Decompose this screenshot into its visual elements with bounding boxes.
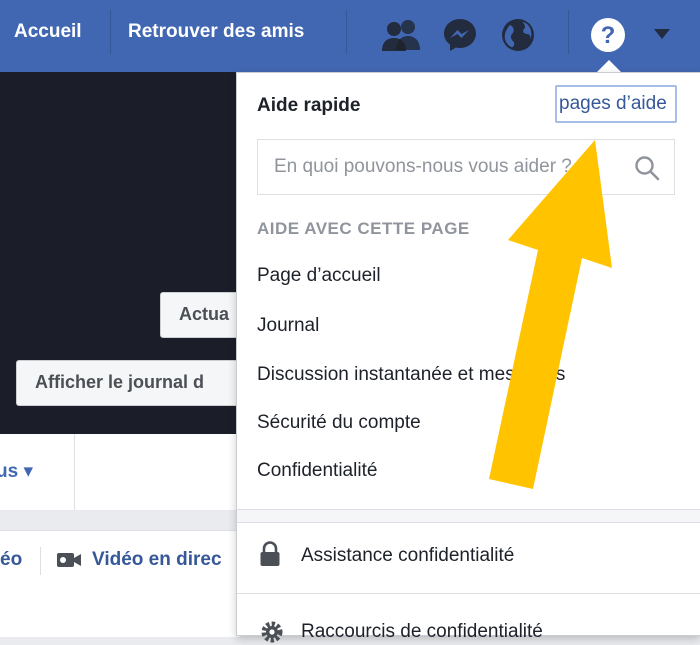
profile-tabs: us ▾ bbox=[0, 434, 240, 510]
video-option-partial[interactable]: éo bbox=[0, 549, 22, 571]
home-link[interactable]: Accueil bbox=[14, 20, 82, 44]
help-item-chat-messages[interactable]: Discussion instantanée et messages bbox=[257, 364, 565, 386]
update-info-button[interactable]: Actua bbox=[160, 292, 240, 338]
privacy-shortcuts-link[interactable]: Raccourcis de confidentialité bbox=[301, 621, 543, 643]
more-tab[interactable]: us ▾ bbox=[0, 460, 33, 483]
cover-photo-area: Actua Afficher le journal d bbox=[0, 72, 240, 434]
help-search-placeholder: En quoi pouvons-nous vous aider ? bbox=[274, 156, 572, 177]
help-pages-link[interactable]: pages d’aide bbox=[555, 85, 677, 123]
top-navigation-bar: Accueil Retrouver des amis ? bbox=[0, 0, 700, 72]
view-journal-button[interactable]: Afficher le journal d bbox=[16, 360, 240, 406]
svg-text:?: ? bbox=[601, 22, 616, 49]
video-camera-icon bbox=[57, 553, 81, 567]
help-search-input[interactable]: En quoi pouvons-nous vous aider ? bbox=[257, 139, 675, 195]
tab-divider bbox=[74, 434, 75, 510]
caret-down-icon[interactable] bbox=[652, 28, 672, 40]
privacy-assistance-link[interactable]: Assistance confidentialité bbox=[301, 545, 514, 567]
view-journal-label: Afficher le journal d bbox=[35, 372, 205, 392]
help-item-privacy[interactable]: Confidentialité bbox=[257, 460, 377, 482]
help-item-account-security[interactable]: Sécurité du compte bbox=[257, 412, 421, 434]
gear-icon bbox=[261, 621, 283, 643]
nav-separator bbox=[110, 10, 111, 54]
dropdown-divider bbox=[237, 593, 700, 594]
composer-divider bbox=[40, 547, 41, 575]
lock-icon bbox=[260, 541, 280, 566]
find-friends-link[interactable]: Retrouver des amis bbox=[128, 20, 304, 44]
section-gap bbox=[0, 510, 240, 530]
help-icon[interactable]: ? bbox=[590, 17, 626, 53]
help-section-title: AIDE AVEC CETTE PAGE bbox=[257, 219, 470, 238]
live-video-option[interactable]: Vidéo en direc bbox=[92, 549, 222, 571]
globe-icon[interactable] bbox=[500, 17, 536, 53]
nav-separator bbox=[346, 10, 347, 54]
quick-help-title: Aide rapide bbox=[257, 95, 361, 116]
search-icon[interactable] bbox=[634, 155, 660, 181]
help-dropdown: Aide rapide pages d’aide En quoi pouvons… bbox=[236, 72, 700, 643]
nav-separator bbox=[568, 10, 569, 54]
dropdown-divider-band bbox=[237, 510, 700, 522]
help-item-journal[interactable]: Journal bbox=[257, 315, 319, 337]
help-item-home-page[interactable]: Page d’accueil bbox=[257, 265, 381, 287]
messenger-icon[interactable] bbox=[442, 17, 478, 53]
dropdown-divider bbox=[237, 522, 700, 523]
friends-icon[interactable] bbox=[380, 18, 424, 52]
update-info-label: Actua bbox=[179, 304, 230, 324]
post-composer: éo Vidéo en direc bbox=[0, 530, 240, 637]
